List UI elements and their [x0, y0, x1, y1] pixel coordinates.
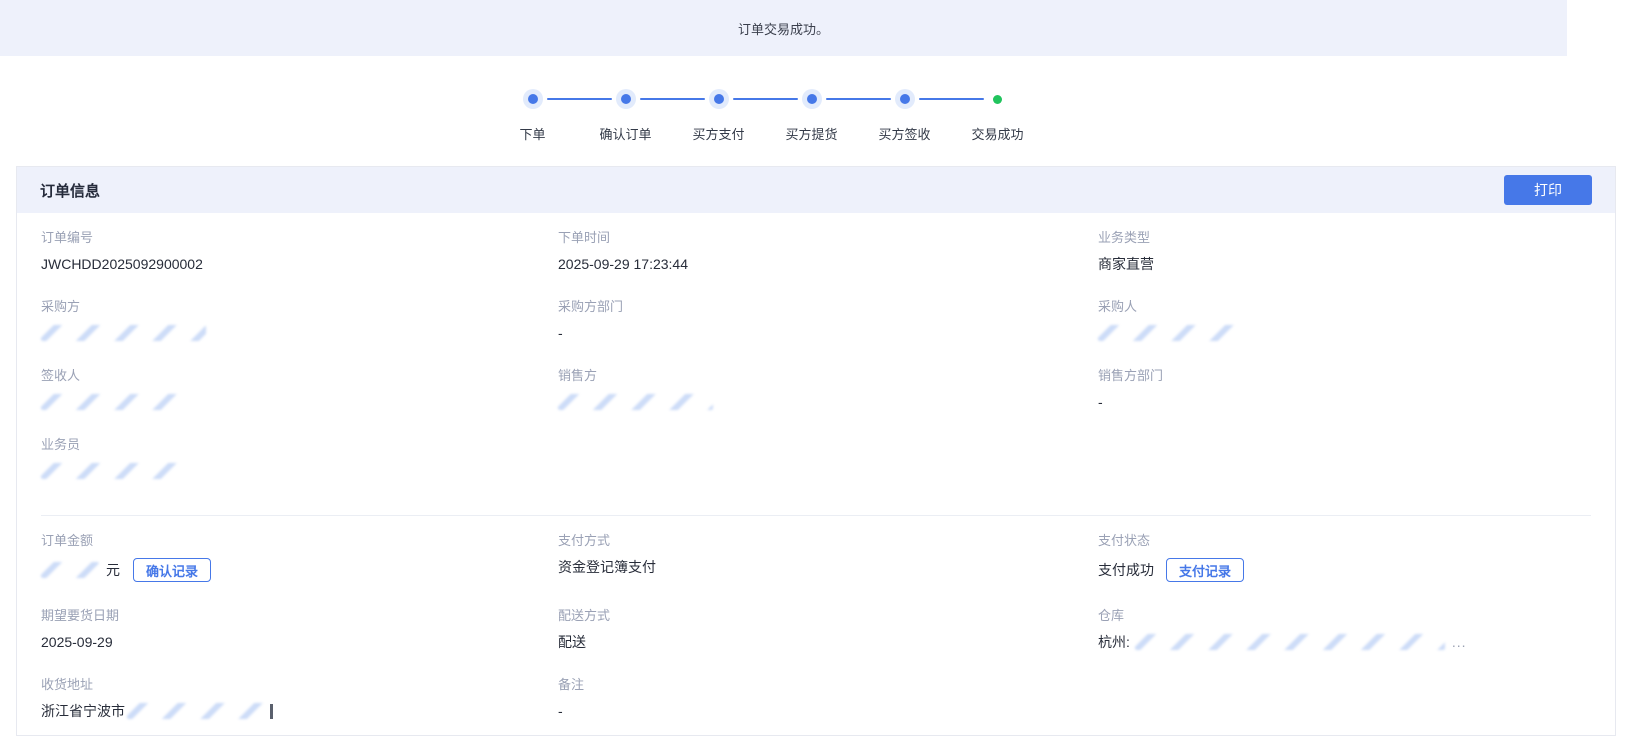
field-value: JWCHDD2025092900002: [41, 255, 558, 273]
order-info-body: 订单编号 JWCHDD2025092900002 下单时间 2025-09-29…: [17, 213, 1615, 735]
status-banner-text: 订单交易成功。: [738, 19, 829, 38]
confirm-record-button[interactable]: 确认记录: [133, 558, 211, 582]
pay-status-text: 支付成功: [1098, 561, 1154, 579]
redacted-value: [127, 703, 267, 719]
field-signee: 签收人: [41, 351, 558, 420]
field-order-no: 订单编号 JWCHDD2025092900002: [41, 213, 558, 282]
field-row: 采购方 采购方部门 - 采购人: [41, 282, 1591, 351]
field-label: 采购人: [1098, 299, 1591, 315]
order-progress-stepper: 下单 确认订单 买方支付 买方提货 买方签收 交易成功: [486, 88, 1044, 143]
step-success-dot-icon: [993, 95, 1002, 104]
redacted-value: [41, 325, 206, 341]
step-confirm-order: 确认订单: [579, 88, 672, 143]
field-label: 仓库: [1098, 608, 1591, 624]
amount-unit: 元: [106, 561, 120, 579]
field-label: 备注: [558, 677, 1098, 693]
card-title: 订单信息: [40, 180, 100, 201]
step-label: 买方提货: [765, 124, 858, 143]
field-row: 业务员: [41, 420, 1591, 489]
redacted-value: [41, 394, 191, 410]
step-dot-icon: [528, 94, 538, 104]
redacted-value: [41, 562, 99, 578]
step-label: 交易成功: [951, 124, 1044, 143]
field-label: 支付状态: [1098, 533, 1591, 549]
field-value: 资金登记簿支付: [558, 558, 1098, 576]
redacted-value: [1098, 325, 1238, 341]
field-remark: 备注 -: [558, 660, 1098, 729]
field-row: 订单编号 JWCHDD2025092900002 下单时间 2025-09-29…: [41, 213, 1591, 282]
field-value: -: [558, 702, 1098, 720]
step-dot-icon: [900, 94, 910, 104]
field-value: 配送: [558, 633, 1098, 651]
order-info-header: 订单信息 打印: [17, 167, 1615, 213]
field-label: 期望要货日期: [41, 608, 558, 624]
field-label: 收货地址: [41, 677, 558, 693]
field-order-amount: 订单金额 元 确认记录: [41, 516, 558, 591]
order-info-card: 订单信息 打印 订单编号 JWCHDD2025092900002 下单时间 20…: [16, 166, 1616, 736]
field-label: 下单时间: [558, 230, 1098, 246]
step-buyer-pickup: 买方提货: [765, 88, 858, 143]
payment-record-button[interactable]: 支付记录: [1166, 558, 1244, 582]
status-banner: 订单交易成功。: [0, 0, 1567, 56]
warehouse-ellipsis: ...: [1452, 633, 1467, 651]
field-label: 支付方式: [558, 533, 1098, 549]
field-pay-method: 支付方式 资金登记簿支付: [558, 516, 1098, 591]
field-label: 采购方部门: [558, 299, 1098, 315]
field-expected-date: 期望要货日期 2025-09-29: [41, 591, 558, 660]
field-value: 2025-09-29: [41, 633, 558, 651]
field-order-time: 下单时间 2025-09-29 17:23:44: [558, 213, 1098, 282]
field-purchaser-dept: 采购方部门 -: [558, 282, 1098, 351]
field-label: 签收人: [41, 368, 558, 384]
step-dot-icon: [714, 94, 724, 104]
field-warehouse: 仓库 杭州: ...: [1098, 591, 1591, 660]
field-value: -: [558, 324, 1098, 342]
field-row: 订单金额 元 确认记录 支付方式 资金登记簿支付 支付状态 支付成功 支付记录: [41, 516, 1591, 591]
field-label: 采购方: [41, 299, 558, 315]
redacted-value: [1135, 634, 1445, 650]
field-value: 商家直营: [1098, 255, 1591, 273]
step-trade-success: 交易成功: [951, 88, 1044, 143]
step-label: 买方支付: [672, 124, 765, 143]
address-prefix: 浙江省宁波市: [41, 702, 125, 720]
field-value: -: [1098, 393, 1591, 411]
step-label: 确认订单: [579, 124, 672, 143]
field-delivery-method: 配送方式 配送: [558, 591, 1098, 660]
field-purchase-person: 采购人: [1098, 282, 1591, 351]
redacted-value: [41, 463, 186, 479]
field-seller-dept: 销售方部门 -: [1098, 351, 1591, 420]
step-dot-icon: [621, 94, 631, 104]
field-purchaser: 采购方: [41, 282, 558, 351]
field-row: 签收人 销售方 销售方部门 -: [41, 351, 1591, 420]
field-label: 销售方部门: [1098, 368, 1591, 384]
field-label: 订单编号: [41, 230, 558, 246]
print-button[interactable]: 打印: [1504, 175, 1592, 205]
field-salesman: 业务员: [41, 420, 558, 489]
field-seller: 销售方: [558, 351, 1098, 420]
field-value: 2025-09-29 17:23:44: [558, 255, 1098, 273]
field-address: 收货地址 浙江省宁波市: [41, 660, 558, 729]
field-business-type: 业务类型 商家直营: [1098, 213, 1591, 282]
truncated-character: [270, 704, 273, 719]
field-label: 配送方式: [558, 608, 1098, 624]
field-label: 业务类型: [1098, 230, 1591, 246]
step-buyer-sign: 买方签收: [858, 88, 951, 143]
step-dot-icon: [807, 94, 817, 104]
step-label: 买方签收: [858, 124, 951, 143]
field-row: 期望要货日期 2025-09-29 配送方式 配送 仓库 杭州: ...: [41, 591, 1591, 660]
warehouse-prefix: 杭州:: [1098, 633, 1130, 651]
field-row: 收货地址 浙江省宁波市 备注 -: [41, 660, 1591, 729]
field-label: 销售方: [558, 368, 1098, 384]
field-label: 订单金额: [41, 533, 558, 549]
step-place-order: 下单: [486, 88, 579, 143]
step-buyer-pay: 买方支付: [672, 88, 765, 143]
redacted-value: [558, 394, 713, 410]
field-label: 业务员: [41, 437, 558, 453]
step-label: 下单: [486, 124, 579, 143]
field-pay-status: 支付状态 支付成功 支付记录: [1098, 516, 1591, 591]
